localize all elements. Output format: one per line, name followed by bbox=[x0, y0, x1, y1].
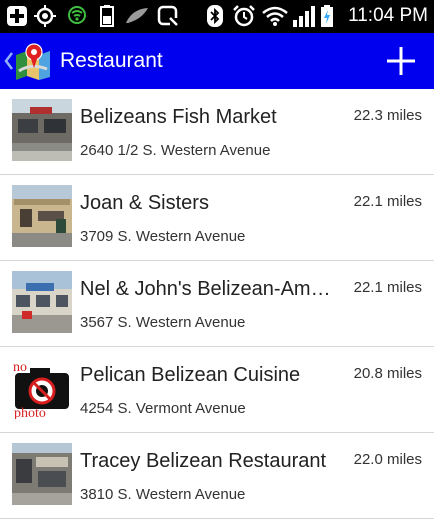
restaurant-name: Tracey Belizean Restaurant bbox=[80, 450, 327, 472]
add-restaurant-button[interactable] bbox=[378, 39, 424, 83]
restaurant-thumbnail bbox=[12, 271, 72, 333]
battery-small-icon bbox=[100, 5, 114, 27]
restaurant-list: Belizeans Fish Market 2640 1/2 S. Wester… bbox=[0, 89, 434, 519]
action-bar: Restaurant bbox=[0, 33, 434, 89]
location-target-icon bbox=[34, 5, 56, 27]
restaurant-address: 3709 S. Western Avenue bbox=[80, 228, 246, 245]
restaurant-distance: 20.8 miles bbox=[353, 365, 422, 382]
map-pin-icon[interactable] bbox=[13, 41, 53, 81]
no-photo-icon: no photo bbox=[12, 357, 72, 419]
restaurant-name: Pelican Belizean Cuisine bbox=[80, 364, 301, 386]
restaurant-address: 2640 1/2 S. Western Avenue bbox=[80, 142, 271, 159]
page-title: Restaurant bbox=[60, 49, 163, 72]
restaurant-address: 3567 S. Western Avenue bbox=[80, 314, 246, 331]
restaurant-thumbnail bbox=[12, 99, 72, 161]
status-bar: 11:04 PM bbox=[0, 0, 434, 33]
usb-icon bbox=[67, 5, 87, 27]
restaurant-distance: 22.0 miles bbox=[353, 451, 422, 468]
screenshot-icon bbox=[157, 5, 179, 27]
plus-icon bbox=[387, 47, 415, 75]
no-photo-text-top: no bbox=[13, 360, 27, 375]
restaurant-name: Joan & Sisters bbox=[80, 192, 209, 214]
status-time: 11:04 PM bbox=[348, 5, 428, 26]
restaurant-distance: 22.1 miles bbox=[353, 279, 422, 296]
feather-icon bbox=[124, 5, 150, 27]
no-photo-text-bottom: photo bbox=[14, 406, 46, 419]
restaurant-thumbnail bbox=[12, 443, 72, 505]
list-item[interactable]: Belizeans Fish Market 2640 1/2 S. Wester… bbox=[0, 89, 434, 175]
list-item[interactable]: Joan & Sisters 3709 S. Western Avenue 22… bbox=[0, 175, 434, 261]
restaurant-name: Nel & John's Belizean-American Restauran… bbox=[80, 278, 338, 300]
restaurant-address: 3810 S. Western Avenue bbox=[80, 486, 246, 503]
battery-charging-icon bbox=[320, 5, 334, 27]
restaurant-distance: 22.3 miles bbox=[353, 107, 422, 124]
signal-icon bbox=[292, 5, 316, 27]
list-item[interactable]: Nel & John's Belizean-American Restauran… bbox=[0, 261, 434, 347]
alarm-icon bbox=[232, 5, 256, 27]
restaurant-thumbnail bbox=[12, 185, 72, 247]
add-icon bbox=[6, 5, 28, 27]
wifi-icon bbox=[262, 5, 288, 27]
bluetooth-icon bbox=[206, 5, 224, 27]
restaurant-distance: 22.1 miles bbox=[353, 193, 422, 210]
list-item[interactable]: no photo Pelican Belizean Cuisine 4254 S… bbox=[0, 347, 434, 433]
restaurant-name: Belizeans Fish Market bbox=[80, 106, 277, 128]
restaurant-address: 4254 S. Vermont Avenue bbox=[80, 400, 246, 417]
list-item[interactable]: Tracey Belizean Restaurant 3810 S. Weste… bbox=[0, 433, 434, 519]
